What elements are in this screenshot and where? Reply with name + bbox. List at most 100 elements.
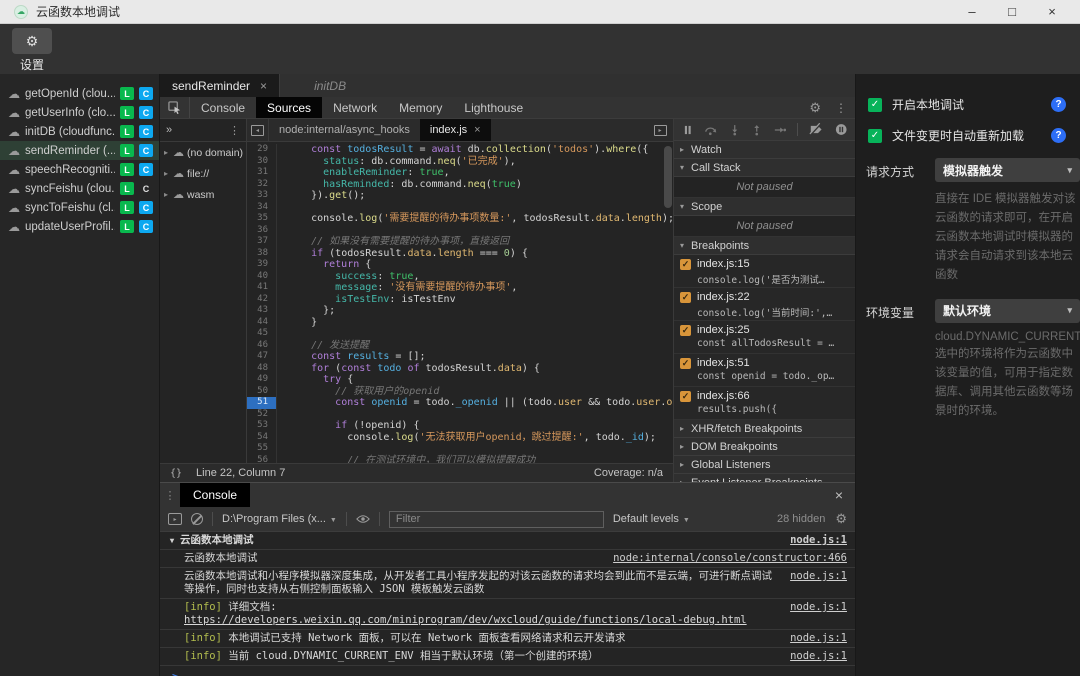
step-into-icon[interactable] [729, 124, 740, 136]
source-link[interactable]: node.js:1 [790, 601, 847, 627]
expand-triangle-icon[interactable]: ▾ [170, 536, 174, 545]
line-number[interactable]: 29 [247, 144, 277, 156]
line-number[interactable]: 38 [247, 248, 277, 260]
console-message[interactable]: 云函数本地调试node:internal/console/constructor… [160, 550, 855, 568]
line-number[interactable]: 42 [247, 294, 277, 306]
source-link[interactable]: node.js:1 [790, 534, 847, 547]
line-number[interactable]: 30 [247, 156, 277, 168]
step-out-icon[interactable] [751, 124, 762, 136]
console-prompt[interactable]: > [160, 666, 855, 676]
drawer-handle-icon[interactable]: ⋮ [160, 483, 180, 507]
settings-button[interactable]: ⚙ [12, 28, 52, 54]
step-icon[interactable] [774, 124, 786, 136]
line-number[interactable]: 37 [247, 236, 277, 248]
function-item[interactable]: ☁speechRecogniti...LC [0, 160, 159, 179]
file-tree-item[interactable]: ▸☁wasm [160, 184, 246, 205]
breakpoint-entry[interactable]: ✓index.js:22console.log('当前时间:',… [674, 288, 855, 321]
section-watch[interactable]: ▸ Watch [674, 141, 855, 159]
breakpoint-line-number[interactable]: 51 [247, 397, 277, 409]
function-item[interactable]: ☁syncFeishu (clou...LC [0, 179, 159, 198]
function-item[interactable]: ☁initDB (cloudfunc...LC [0, 122, 159, 141]
devtools-tab-console[interactable]: Console [190, 97, 256, 118]
line-number[interactable]: 49 [247, 374, 277, 386]
more-tabs-icon[interactable]: » [166, 124, 172, 136]
breakpoint-checkbox[interactable]: ✓ [680, 358, 691, 369]
line-number[interactable]: 45 [247, 328, 277, 340]
console-link[interactable]: https://developers.weixin.qq.com/minipro… [184, 614, 747, 626]
devtools-tab-network[interactable]: Network [322, 97, 388, 118]
file-tree-item[interactable]: ▸☁(no domain) [160, 142, 246, 163]
line-number[interactable]: 34 [247, 202, 277, 214]
line-number[interactable]: 31 [247, 167, 277, 179]
clear-console-icon[interactable] [191, 513, 203, 525]
console-settings-icon[interactable]: ⚙ [835, 511, 847, 527]
close-drawer-icon[interactable]: × [835, 483, 855, 507]
line-number[interactable]: 44 [247, 317, 277, 329]
log-level-selector[interactable]: Default levels▼ [613, 513, 690, 525]
breakpoint-entry[interactable]: ✓index.js:15console.log('是否为测试… [674, 255, 855, 288]
line-number[interactable]: 50 [247, 386, 277, 398]
editor-tab-close-icon[interactable]: × [474, 124, 480, 136]
tab-close-icon[interactable]: × [260, 79, 267, 93]
line-number[interactable]: 35 [247, 213, 277, 225]
line-number[interactable]: 47 [247, 351, 277, 363]
file-tree-item[interactable]: ▸☁file:// [160, 163, 246, 184]
console-tab[interactable]: Console [180, 483, 250, 507]
file-nav-menu-icon[interactable]: ⋮ [229, 124, 240, 137]
breakpoint-entry[interactable]: ✓index.js:66results.push({ [674, 387, 855, 420]
breakpoint-checkbox[interactable]: ✓ [680, 292, 691, 303]
line-number[interactable]: 33 [247, 190, 277, 202]
function-item[interactable]: ☁updateUserProfil...LC [0, 217, 159, 236]
devtools-settings-icon[interactable]: ⚙ [809, 100, 821, 116]
function-item[interactable]: ☁syncToFeishu (cl...LC [0, 198, 159, 217]
vertical-scrollbar[interactable] [664, 146, 672, 208]
pause-on-exceptions-icon[interactable] [835, 123, 847, 136]
console-message[interactable]: [info] 本地调试已支持 Network 面板，可以在 Network 面板… [160, 630, 855, 648]
pretty-print-icon[interactable]: {} [170, 468, 182, 479]
eye-icon[interactable] [356, 514, 370, 524]
breakpoint-checkbox[interactable]: ✓ [680, 259, 691, 270]
step-over-icon[interactable] [704, 124, 717, 136]
function-item[interactable]: ☁getUserInfo (clo...LC [0, 103, 159, 122]
section-scope[interactable]: ▾ Scope [674, 198, 855, 216]
env-var-dropdown[interactable]: 默认环境 ▾ [935, 299, 1080, 323]
editor-tab-async-hooks[interactable]: node:internal/async_hooks [269, 119, 420, 141]
context-selector[interactable]: D:\Program Files (x...▼ [222, 513, 337, 525]
line-number[interactable]: 32 [247, 179, 277, 191]
close-button[interactable]: × [1032, 1, 1072, 23]
console-message[interactable]: [info] 当前 cloud.DYNAMIC_CURRENT_ENV 相当于默… [160, 648, 855, 666]
source-link[interactable]: node.js:1 [790, 650, 847, 663]
line-number[interactable]: 53 [247, 420, 277, 432]
section-xhr-fetch-breakpoints[interactable]: ▸XHR/fetch Breakpoints [674, 420, 855, 438]
tab-initdb[interactable]: initDB [280, 74, 380, 97]
source-link[interactable]: node.js:1 [790, 570, 847, 596]
line-number[interactable]: 48 [247, 363, 277, 375]
help-icon[interactable]: ? [1051, 128, 1066, 143]
source-link[interactable]: node.js:1 [790, 632, 847, 645]
line-number[interactable]: 36 [247, 225, 277, 237]
line-number[interactable]: 55 [247, 443, 277, 455]
deactivate-breakpoints-icon[interactable] [809, 123, 823, 136]
line-number[interactable]: 54 [247, 432, 277, 444]
line-number[interactable]: 40 [247, 271, 277, 283]
checkbox-checked-icon[interactable]: ✓ [868, 129, 882, 143]
line-number[interactable]: 39 [247, 259, 277, 271]
console-message[interactable]: 云函数本地调试和小程序模拟器深度集成，从开发者工具小程序发起的对该云函数的请求均… [160, 568, 855, 599]
section-call-stack[interactable]: ▾ Call Stack [674, 159, 855, 177]
console-message[interactable]: ▾云函数本地调试node.js:1 [160, 532, 855, 550]
kebab-menu-icon[interactable]: ⋮ [835, 101, 847, 115]
section-dom-breakpoints[interactable]: ▸DOM Breakpoints [674, 438, 855, 456]
pause-icon[interactable] [682, 124, 693, 136]
minimize-button[interactable]: – [952, 1, 992, 23]
checkbox-checked-icon[interactable]: ✓ [868, 98, 882, 112]
line-number[interactable]: 52 [247, 409, 277, 421]
console-sidebar-toggle-icon[interactable]: ▸ [168, 513, 182, 525]
devtools-tab-memory[interactable]: Memory [388, 97, 453, 118]
request-mode-dropdown[interactable]: 模拟器触发 ▾ [935, 158, 1080, 182]
section-event-listener-breakpoints[interactable]: ▸Event Listener Breakpoints [674, 474, 855, 482]
breakpoint-checkbox[interactable]: ✓ [680, 391, 691, 402]
code-editor[interactable]: 29 const todosResult = await db.collecti… [247, 142, 673, 482]
breakpoint-entry[interactable]: ✓index.js:25const allTodosResult = … [674, 321, 855, 354]
filter-input[interactable] [389, 511, 604, 528]
section-global-listeners[interactable]: ▸Global Listeners [674, 456, 855, 474]
